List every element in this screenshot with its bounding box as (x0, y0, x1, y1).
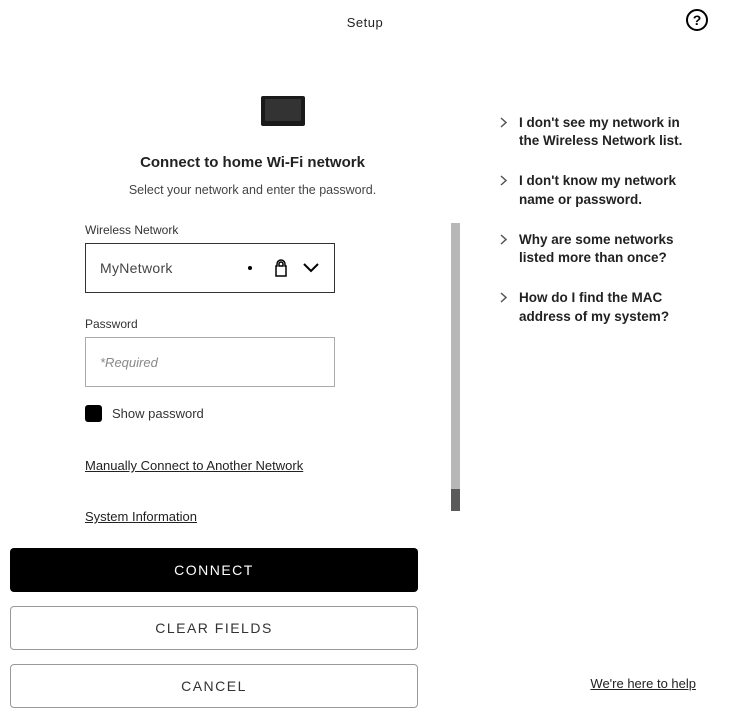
system-info-link[interactable]: System Information (85, 509, 445, 524)
button-group: CONNECT CLEAR FIELDS CANCEL (10, 548, 418, 708)
faq-sidebar: I don't see my network in the Wireless N… (500, 96, 710, 722)
faq-item[interactable]: I don't know my network name or password… (500, 172, 695, 208)
main-subtitle: Select your network and enter the passwo… (25, 183, 480, 197)
lock-icon (274, 259, 288, 277)
chevron-right-icon (500, 292, 507, 325)
signal-dot-icon (248, 266, 252, 270)
help-icon[interactable]: ? (686, 9, 708, 31)
manual-connect-link[interactable]: Manually Connect to Another Network (85, 458, 445, 473)
show-password-label: Show password (112, 406, 204, 421)
chevron-right-icon (500, 234, 507, 267)
page-title: Setup (347, 15, 383, 30)
footer-help-link[interactable]: We're here to help (590, 676, 696, 691)
faq-text: Why are some networks listed more than o… (519, 231, 695, 267)
connect-button[interactable]: CONNECT (10, 548, 418, 592)
faq-text: I don't see my network in the Wireless N… (519, 114, 695, 150)
form-section: Wireless Network MyNetwork Password Show… (85, 223, 480, 524)
password-label: Password (85, 317, 445, 331)
clear-fields-button[interactable]: CLEAR FIELDS (10, 606, 418, 650)
faq-item[interactable]: How do I find the MAC address of my syst… (500, 289, 695, 325)
scrollbar[interactable] (451, 223, 460, 511)
header: Setup ? (0, 0, 730, 46)
faq-item[interactable]: I don't see my network in the Wireless N… (500, 114, 695, 150)
network-value: MyNetwork (100, 260, 248, 276)
network-dropdown[interactable]: MyNetwork (85, 243, 335, 293)
chevron-right-icon (500, 117, 507, 150)
show-password-checkbox[interactable] (85, 405, 102, 422)
faq-item[interactable]: Why are some networks listed more than o… (500, 231, 695, 267)
cancel-button[interactable]: CANCEL (10, 664, 418, 708)
main-heading: Connect to home Wi-Fi network (25, 154, 480, 171)
chevron-right-icon (500, 175, 507, 208)
chevron-down-icon (302, 262, 320, 274)
speaker-icon (261, 96, 305, 126)
faq-text: How do I find the MAC address of my syst… (519, 289, 695, 325)
faq-text: I don't know my network name or password… (519, 172, 695, 208)
network-label: Wireless Network (85, 223, 445, 237)
password-input[interactable] (85, 337, 335, 387)
main-panel: Connect to home Wi-Fi network Select you… (0, 96, 500, 722)
